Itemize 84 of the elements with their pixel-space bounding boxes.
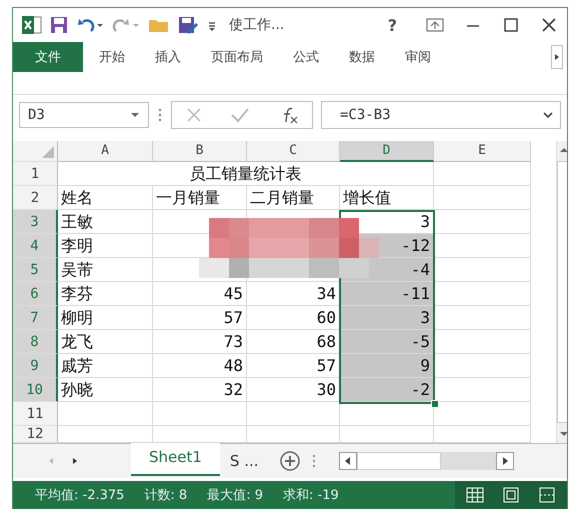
table-cell: 吴芾: [58, 258, 153, 282]
ribbon-display-icon[interactable]: [425, 17, 445, 33]
ribbon-tab[interactable]: 数据: [335, 43, 389, 71]
table-cell: 戚芳: [58, 354, 153, 378]
fill-handle[interactable]: [431, 400, 439, 408]
expand-icon[interactable]: [542, 111, 554, 119]
ribbon-tab[interactable]: 审阅: [391, 43, 445, 71]
page-layout-icon[interactable]: [501, 486, 521, 504]
column-header[interactable]: D: [340, 141, 434, 162]
row-header[interactable]: 9: [13, 354, 58, 378]
table-cell: 48: [153, 354, 247, 378]
row-header[interactable]: 11: [13, 402, 58, 426]
grip-icon: [157, 107, 163, 123]
column-header[interactable]: C: [247, 141, 340, 162]
row-header[interactable]: 8: [13, 330, 58, 354]
ribbon-tab[interactable]: 公式: [279, 43, 333, 71]
table-cell: 57: [153, 306, 247, 330]
table-cell: 柳明: [58, 306, 153, 330]
horizontal-scrollbar[interactable]: [338, 452, 514, 470]
scroll-left-icon[interactable]: [338, 452, 357, 470]
table-cell: 32: [153, 378, 247, 402]
table-cell: 73: [153, 330, 247, 354]
add-sheet-icon[interactable]: [278, 450, 301, 472]
table-cell: 二月销量: [247, 186, 340, 210]
column-header[interactable]: A: [58, 141, 153, 162]
dropdown-icon[interactable]: [130, 111, 140, 119]
table-cell: 30: [247, 378, 340, 402]
table-cell: 王敏: [58, 210, 153, 234]
scroll-right-icon[interactable]: [496, 452, 514, 470]
grip-icon: [310, 453, 317, 469]
status-text: 计数: 8: [144, 487, 188, 504]
save-icon[interactable]: [49, 15, 69, 35]
row-header[interactable]: 3: [13, 210, 58, 234]
sheet-tab[interactable]: S ...: [220, 446, 269, 476]
ribbon-tab[interactable]: 文件: [13, 42, 83, 72]
page-break-icon[interactable]: [537, 486, 557, 504]
table-cell: 李芬: [58, 282, 153, 306]
vertical-scrollbar[interactable]: [556, 141, 567, 443]
row-header[interactable]: 4: [13, 234, 58, 258]
column-header[interactable]: B: [153, 141, 247, 162]
table-cell: 姓名: [58, 186, 153, 210]
ribbon-tab[interactable]: 插入: [141, 43, 195, 71]
scroll-thumb[interactable]: [557, 161, 567, 423]
table-cell: 68: [247, 330, 340, 354]
help-button[interactable]: ?: [388, 16, 397, 34]
formula-field[interactable]: =C3-B3: [321, 101, 561, 129]
save-as-icon[interactable]: [177, 15, 199, 35]
table-cell: 60: [247, 306, 340, 330]
row-header[interactable]: 1: [13, 162, 58, 186]
table-cell: 34: [247, 282, 340, 306]
name-box[interactable]: D3: [19, 102, 149, 128]
row-header[interactable]: 2: [13, 186, 58, 210]
ribbon-tab[interactable]: 开始: [85, 43, 139, 71]
scroll-thumb[interactable]: [356, 452, 441, 470]
window-title: 使工作...: [229, 16, 284, 34]
status-text: 求和: -19: [283, 487, 339, 504]
table-cell: -11: [340, 282, 434, 306]
table-cell: 一月销量: [153, 186, 247, 210]
table-cell: -5: [340, 330, 434, 354]
table-cell: 3: [340, 306, 434, 330]
ribbon-tab[interactable]: 页面布局: [197, 43, 277, 71]
row-header[interactable]: 6: [13, 282, 58, 306]
row-header[interactable]: 7: [13, 306, 58, 330]
column-header[interactable]: E: [434, 141, 531, 162]
table-cell: 孙晓: [58, 378, 153, 402]
sheet-tab[interactable]: Sheet1: [131, 440, 220, 476]
checkmark-icon[interactable]: [230, 106, 250, 124]
excel-logo-icon: [21, 15, 43, 35]
status-text: 平均值: -2.375: [35, 487, 124, 504]
table-cell: 增长值: [340, 186, 434, 210]
row-header[interactable]: 12: [13, 426, 58, 443]
status-text: 最大值: 9: [207, 487, 264, 504]
table-title: 员工销量统计表: [58, 162, 434, 186]
row-header[interactable]: 5: [13, 258, 58, 282]
table-cell: -2: [340, 378, 434, 402]
table-cell: 45: [153, 282, 247, 306]
scroll-right-icon[interactable]: [551, 45, 563, 69]
table-cell: 57: [247, 354, 340, 378]
normal-view-icon[interactable]: [465, 486, 485, 504]
row-header[interactable]: 10: [13, 378, 58, 402]
table-cell: 龙飞: [58, 330, 153, 354]
table-cell: 9: [340, 354, 434, 378]
table-cell: 李明: [58, 234, 153, 258]
corner-triangle-icon: [42, 146, 54, 158]
